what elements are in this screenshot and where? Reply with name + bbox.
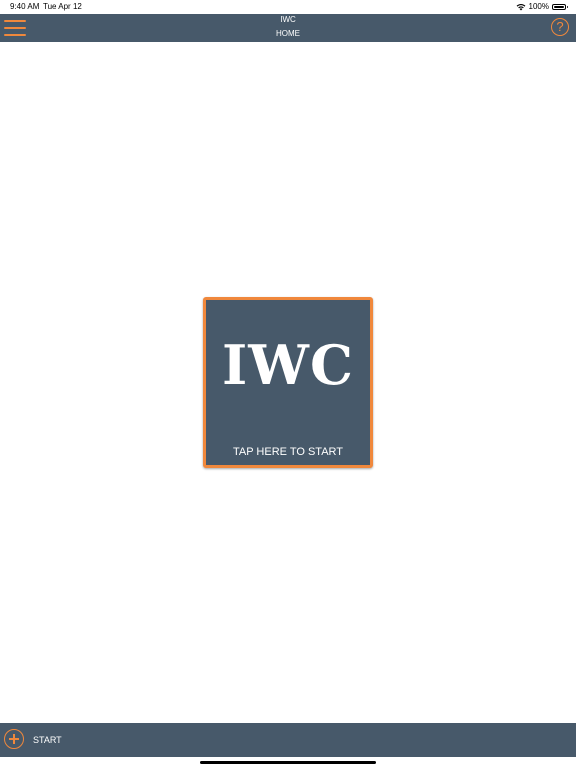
app-logo: IWC (222, 333, 354, 397)
battery-percent: 100% (528, 2, 549, 11)
battery-level (554, 5, 564, 8)
help-question-icon[interactable]: ? (551, 18, 569, 36)
start-button[interactable]: START (33, 735, 62, 745)
page-title: HOME (276, 29, 300, 38)
status-time: 9:40 AM (10, 2, 40, 11)
status-indicators: 100% (516, 2, 568, 11)
battery-icon (552, 3, 568, 10)
status-bar: 9:40 AM Tue Apr 12 100% (0, 0, 576, 14)
status-date: Tue Apr 12 (43, 2, 82, 11)
tap-to-start-label: TAP HERE TO START (232, 446, 344, 458)
plus-circle-icon[interactable] (4, 729, 24, 749)
wifi-icon (516, 3, 525, 10)
nav-bar: IWC HOME ? (0, 14, 576, 42)
app-title: IWC (280, 15, 296, 24)
bottom-toolbar: START (0, 723, 576, 757)
home-indicator (200, 761, 376, 764)
start-tile-button[interactable]: IWC TAP HERE TO START (203, 297, 373, 468)
